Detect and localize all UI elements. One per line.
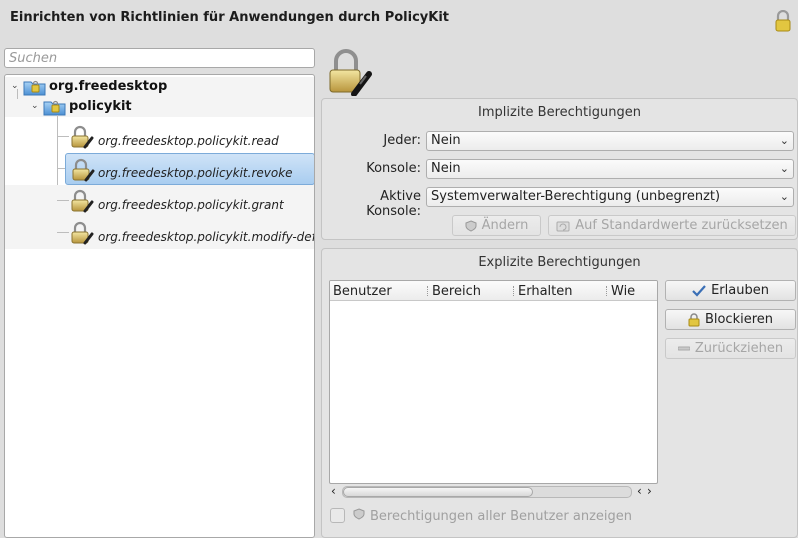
aktive-konsole-select[interactable]: Systemverwalter-Berechtigung (unbegrenzt… [426,187,794,207]
checkmark-icon [692,284,706,297]
field-label: Jeder: [383,133,421,148]
jeder-select[interactable]: Nein ⌄ [426,131,794,151]
show-all-users-label: Berechtigungen aller Benutzer anzeigen [353,508,632,524]
chevron-down-icon: ⌄ [779,162,789,175]
select-value: Nein [431,161,461,176]
reset-icon [556,220,570,232]
tree-item-org-freedesktop[interactable]: ⌄ org.freedesktop [5,77,314,97]
padlock-icon [326,48,372,97]
group-title: Explizite Berechtigungen [478,255,641,270]
padlock-icon [688,312,700,327]
column-header-benutzer[interactable]: Benutzer [333,284,392,299]
tree-item-action[interactable]: org.freedesktop.policykit.read [5,121,314,153]
minus-icon [677,346,690,352]
chevron-down-icon: ⌄ [779,190,789,203]
tree-item-action[interactable]: org.freedesktop.policykit.grant [5,185,314,217]
field-label: Konsole: [366,161,421,176]
permissions-list[interactable]: Benutzer Bereich Erhalten Wie [329,280,658,484]
button-label: Blockieren [704,312,774,327]
horizontal-scrollbar[interactable]: ‹ ‹ › [329,484,658,500]
select-value: Systemverwalter-Berechtigung (unbegrenzt… [431,189,721,204]
tree-guide-line [17,89,18,99]
action-tree[interactable]: ⌄ org.freedesktop ⌄ policykit org.freede… [4,74,315,538]
scroll-left-icon[interactable]: ‹ [637,484,642,498]
button-label: Erlauben [711,283,769,298]
select-value: Nein [431,133,461,148]
konsole-select[interactable]: Nein ⌄ [426,159,794,179]
tree-item-policykit[interactable]: ⌄ policykit [5,97,314,120]
group-title: Implizite Berechtigungen [478,105,641,120]
padlock-icon [774,9,792,32]
tree-item-label: org.freedesktop.policykit.modify-defau [98,230,315,244]
reset-defaults-button[interactable]: Auf Standardwerte zurücksetzen [548,215,796,236]
search-input[interactable] [4,48,315,68]
list-header: Benutzer Bereich Erhalten Wie [330,281,657,301]
allow-button[interactable]: Erlauben [665,280,796,301]
button-label: Zurückziehen [694,341,784,356]
shield-icon [353,508,365,524]
revoke-button[interactable]: Zurückziehen [665,338,796,359]
button-label: Ändern [481,218,529,233]
window-title: Einrichten von Richtlinien für Anwendung… [10,10,449,25]
tree-item-label: org.freedesktop.policykit.grant [98,198,284,212]
padlock-icon [70,158,96,186]
padlock-icon [69,189,95,217]
scroll-left-icon[interactable]: ‹ [331,484,336,498]
padlock-icon [69,125,95,153]
column-header-erhalten[interactable]: Erhalten [518,284,572,299]
checkbox-label-text: Berechtigungen aller Benutzer anzeigen [370,508,633,524]
button-label: Auf Standardwerte zurücksetzen [575,218,788,233]
chevron-down-icon[interactable]: ⌄ [31,101,39,111]
chevron-down-icon: ⌄ [779,134,789,147]
column-header-wie[interactable]: Wie [611,284,635,299]
field-label: Aktive Konsole: [366,189,421,219]
show-all-users-checkbox[interactable] [330,508,345,523]
change-button[interactable]: Ändern [452,215,541,236]
padlock-icon [69,221,95,249]
shield-icon [465,219,477,232]
tree-item-label: org.freedesktop [49,79,168,94]
folder-lock-icon [43,98,67,120]
implicit-permissions-group: Implizite Berechtigungen Jeder: Nein ⌄ K… [321,98,798,240]
scroll-thumb[interactable] [343,487,533,497]
block-button[interactable]: Blockieren [665,309,796,330]
tree-item-action[interactable]: org.freedesktop.policykit.modify-defau [5,217,315,249]
column-header-bereich[interactable]: Bereich [432,284,481,299]
tree-item-label: org.freedesktop.policykit.read [98,134,279,148]
tree-item-label: org.freedesktop.policykit.revoke [98,166,293,180]
tree-item-label: policykit [69,99,132,114]
scroll-right-icon[interactable]: › [647,484,652,498]
tree-item-action-selected[interactable]: org.freedesktop.policykit.revoke [65,153,314,186]
